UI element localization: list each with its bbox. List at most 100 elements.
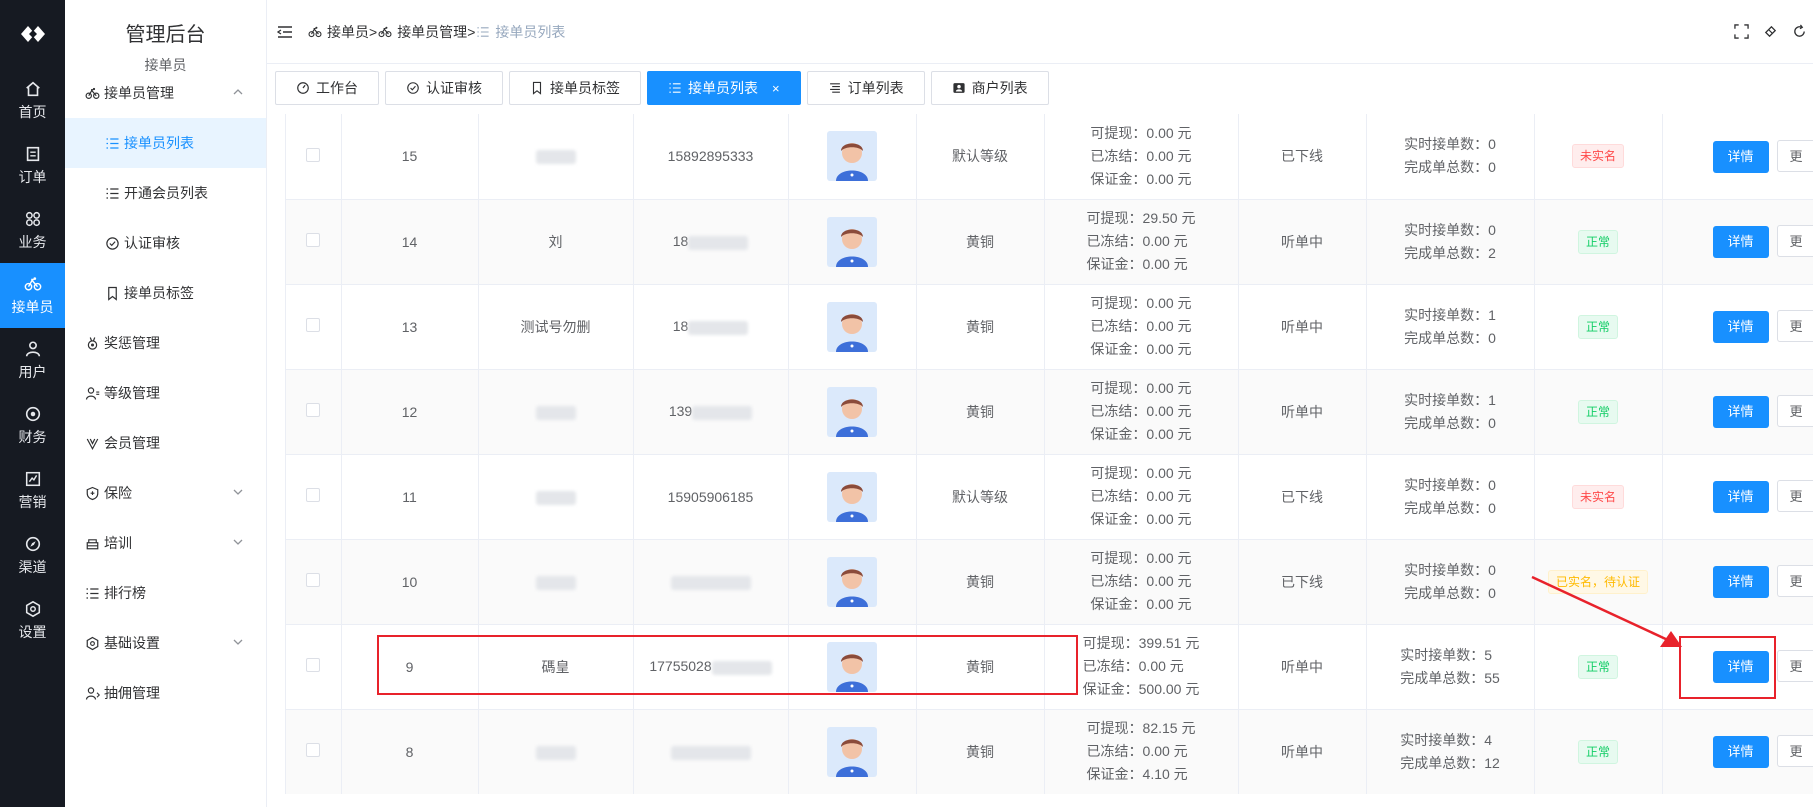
annotation-arrow-icon	[1531, 575, 1682, 647]
more-button[interactable]: 更	[1776, 480, 1813, 512]
withdrawable-value: 0.00 元	[1146, 550, 1192, 566]
breadcrumb-item[interactable]: 接单员	[307, 22, 369, 42]
detail-button[interactable]: 详情	[1712, 140, 1769, 173]
tab-1[interactable]: 认证审核	[385, 71, 503, 105]
more-button[interactable]: 更	[1776, 139, 1813, 172]
fullscreen-icon[interactable]	[1734, 24, 1749, 39]
total-orders-label: 完成单总数：	[1404, 244, 1489, 261]
row-balances: 可提现：29.50 元已冻结：0.00 元保证金：0.00 元	[1087, 207, 1196, 276]
rail-item-order[interactable]: 订单	[0, 133, 65, 198]
more-button[interactable]: 更	[1776, 565, 1813, 597]
sidebar-item-7[interactable]: 会员管理	[65, 418, 266, 468]
current-orders-value: 0	[1488, 136, 1496, 153]
breadcrumb-item[interactable]: 接单员管理	[377, 22, 467, 42]
sidebar-item-11[interactable]: 基础设置	[65, 618, 266, 668]
frozen-label: 已冻结：	[1090, 403, 1147, 419]
sidebar-item-10[interactable]: 排行榜	[65, 568, 266, 618]
logo-icon	[20, 26, 45, 42]
row-status: 听单中	[1238, 199, 1367, 285]
close-icon[interactable]: ×	[772, 81, 780, 96]
row-balances: 可提现：0.00 元已冻结：0.00 元保证金：0.00 元	[1090, 122, 1191, 191]
row-phone: 15892895333	[667, 148, 754, 165]
total-orders-value: 0	[1488, 499, 1496, 516]
tab-label: 商户列表	[971, 80, 1028, 96]
bike-icon	[85, 87, 100, 99]
theme-icon[interactable]	[1763, 24, 1778, 39]
detail-button[interactable]: 详情	[1712, 736, 1769, 768]
more-button[interactable]: 更	[1776, 310, 1813, 342]
row-checkbox[interactable]	[306, 403, 321, 417]
total-orders-value: 0	[1488, 329, 1496, 346]
tab-3[interactable]: 接单员列表 ×	[647, 71, 801, 105]
deposit-label: 保证金：	[1090, 341, 1147, 357]
sidebar-item-9[interactable]: 培训	[65, 518, 266, 568]
detail-button[interactable]: 详情	[1712, 396, 1769, 428]
rail-item-settings[interactable]: 设置	[0, 588, 65, 653]
withdrawable-value: 0.00 元	[1146, 295, 1192, 311]
sidebar-item-3[interactable]: 认证审核	[65, 218, 266, 268]
sidebar-item-0[interactable]: 接单员管理	[65, 68, 266, 118]
rail-item-label: 订单	[18, 168, 47, 185]
detail-button[interactable]: 详情	[1712, 481, 1769, 513]
frozen-value: 0.00 元	[1146, 147, 1192, 164]
breadcrumb-separator: >	[467, 23, 476, 40]
rail-item-home[interactable]: 首页	[0, 68, 65, 133]
rail-item-user[interactable]: 用户	[0, 328, 65, 393]
rail-item-finance[interactable]: 财务	[0, 393, 65, 458]
deposit-value: 4.10 元	[1142, 766, 1188, 782]
tab-label: 认证审核	[426, 80, 482, 96]
sidebar-item-4[interactable]: 接单员标签	[65, 268, 266, 318]
sidebar-item-8[interactable]: 保险	[65, 468, 266, 518]
row-balances: 可提现：0.00 元已冻结：0.00 元保证金：0.00 元	[1090, 462, 1191, 531]
collapse-menu-icon[interactable]	[277, 24, 293, 40]
header-tools	[1734, 24, 1807, 39]
bike-icon	[308, 26, 322, 37]
row-checkbox[interactable]	[306, 147, 321, 162]
sidebar-item-12[interactable]: 抽佣管理	[65, 668, 266, 718]
frozen-label: 已冻结：	[1090, 573, 1147, 589]
detail-button[interactable]: 详情	[1712, 566, 1769, 598]
user-level-icon	[85, 386, 100, 400]
tab-2[interactable]: 接单员标签	[509, 71, 641, 105]
tab-4[interactable]: 订单列表	[806, 71, 925, 105]
table-row: 11 15905906185 默认等级 可提现：0.00 元已冻结：0.00 元保证金…	[286, 454, 1813, 540]
sidebar-item-1[interactable]: 接单员列表	[65, 118, 266, 168]
more-button[interactable]: 更	[1776, 735, 1813, 767]
sidebar-item-5[interactable]: 奖惩管理	[65, 318, 266, 368]
row-checkbox[interactable]	[306, 318, 321, 332]
avatar	[827, 216, 877, 267]
rail-item-bike[interactable]: 接单员	[0, 263, 65, 328]
rail-item-grid[interactable]: 业务	[0, 198, 65, 263]
row-checkbox[interactable]	[306, 743, 321, 757]
chevron-up-icon	[233, 89, 243, 95]
deposit-value: 0.00 元	[1146, 170, 1192, 187]
sidebar-item-6[interactable]: 等级管理	[65, 368, 266, 418]
current-orders-label: 实时接单数：	[1404, 391, 1489, 408]
detail-button[interactable]: 详情	[1712, 311, 1769, 343]
rail-item-label: 接单员	[11, 298, 54, 315]
more-button[interactable]: 更	[1776, 225, 1813, 257]
row-checkbox[interactable]	[306, 658, 321, 672]
frozen-value: 0.00 元	[1146, 403, 1192, 419]
chevron-down-icon	[233, 639, 243, 645]
row-id: 14	[341, 199, 479, 285]
detail-button[interactable]: 详情	[1712, 226, 1769, 258]
check-circle-icon	[106, 236, 119, 250]
deposit-label: 保证金：	[1082, 681, 1139, 697]
order-icon	[26, 146, 39, 161]
rail-item-chart[interactable]: 营销	[0, 458, 65, 523]
row-checkbox[interactable]	[306, 233, 321, 247]
tab-5[interactable]: 商户列表	[930, 71, 1049, 105]
row-checkbox[interactable]	[306, 573, 321, 587]
refresh-icon[interactable]	[1792, 24, 1807, 39]
more-button[interactable]: 更	[1776, 395, 1813, 427]
tab-0[interactable]: 工作台	[275, 71, 379, 105]
avatar	[827, 131, 877, 182]
sidebar-item-2[interactable]: 开通会员列表	[65, 168, 266, 218]
current-orders-label: 实时接单数：	[1400, 731, 1485, 748]
table-row: 8 黄铜 可提现：82.15 元已冻结：0.00 元保证金：4.10 元听单中 实时接…	[286, 709, 1813, 794]
rail-item-compass[interactable]: 渠道	[0, 523, 65, 588]
avatar	[827, 726, 877, 777]
more-button[interactable]: 更	[1776, 650, 1813, 682]
row-checkbox[interactable]	[306, 488, 321, 502]
